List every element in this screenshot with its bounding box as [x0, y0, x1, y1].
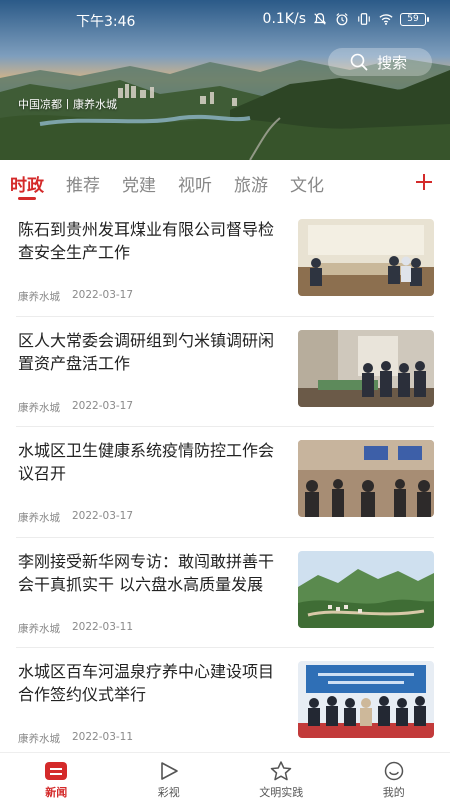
- network-speed: 0.1K/s: [262, 11, 306, 27]
- news-source: 康养水城: [18, 401, 60, 414]
- wifi-icon: [379, 14, 393, 25]
- tab-label: 推荐: [66, 175, 100, 196]
- mute-icon: [313, 13, 327, 25]
- tab-label: 视听: [178, 175, 212, 196]
- tab-tuijian[interactable]: 推荐: [66, 160, 100, 206]
- status-time: 下午3:46: [76, 14, 136, 30]
- nav-news[interactable]: 新闻: [0, 753, 113, 800]
- news-source: 康养水城: [18, 733, 60, 745]
- bottom-navigation: 新闻 彩视 文明实践 我的: [0, 752, 450, 800]
- plus-icon[interactable]: [414, 172, 434, 192]
- news-source: 康养水城: [18, 512, 60, 524]
- news-thumbnail: [298, 550, 434, 628]
- news-meta: 康养水城 2022-03-17: [18, 400, 133, 415]
- news-title: 李刚接受新华网专访：敢闯敢拼善干会干真抓实干 以六盘水高质量发展: [18, 551, 275, 594]
- play-icon: [160, 762, 178, 780]
- news-item[interactable]: 区人大常委会调研组到勺米镇调研闲置资产盘活工作 康养水城 2022-03-17: [16, 317, 434, 427]
- news-source: 康养水城: [18, 291, 60, 303]
- alarm-icon: [336, 13, 348, 26]
- tab-dangjian[interactable]: 党建: [122, 160, 156, 206]
- tab-label: 旅游: [234, 175, 268, 196]
- news-item[interactable]: 李刚接受新华网专访：敢闯敢拼善干会干真抓实干 以六盘水高质量发展 康养水城 20…: [16, 538, 434, 648]
- news-item[interactable]: 陈石到贵州发耳煤业有限公司督导检查安全生产工作 康养水城 2022-03-17: [16, 206, 434, 317]
- banner-caption: 中国凉都丨康养水城: [18, 98, 117, 111]
- news-title: 水城区卫生健康系统疫情防控工作会议召开: [18, 441, 275, 483]
- news-date: 2022-03-17: [72, 399, 134, 412]
- vibrate-icon: [358, 13, 370, 25]
- news-date: 2022-03-11: [72, 620, 134, 633]
- tab-shiting[interactable]: 视听: [178, 160, 212, 206]
- news-title: 水城区百车河温泉疗养中心建设项目合作签约仪式举行: [18, 662, 275, 704]
- nav-mine[interactable]: 我的: [338, 753, 450, 800]
- news-meta: 康养水城 2022-03-17: [18, 510, 133, 525]
- battery-icon: 59: [400, 12, 429, 26]
- nav-civilization[interactable]: 文明实践: [225, 753, 338, 800]
- header-banner: 下午3:46 0.1K/s 59 搜索 中国凉都丨康养水城: [0, 0, 450, 160]
- news-thumbnail: [298, 329, 434, 407]
- news-date: 2022-03-17: [72, 510, 134, 522]
- category-tabs: 时政 推荐 党建 视听 旅游 文化: [0, 160, 450, 206]
- tab-wenhua[interactable]: 文化: [290, 160, 324, 206]
- tab-label: 党建: [122, 175, 156, 196]
- tab-lvyou[interactable]: 旅游: [234, 160, 268, 206]
- smile-icon: [384, 761, 403, 781]
- news-meta: 康养水城 2022-03-11: [18, 731, 133, 746]
- news-meta: 康养水城 2022-03-11: [18, 621, 133, 636]
- star-icon: [271, 761, 292, 781]
- nav-label: 我的: [382, 786, 405, 799]
- news-item[interactable]: 水城区卫生健康系统疫情防控工作会议召开 康养水城 2022-03-17: [16, 427, 434, 538]
- battery-level: 59: [407, 14, 419, 24]
- news-thumbnail: [298, 440, 434, 517]
- news-title: 陈石到贵州发耳煤业有限公司督导检查安全生产工作: [18, 220, 275, 262]
- nav-label: 文明实践: [259, 786, 304, 799]
- status-indicators: 0.1K/s 59: [262, 11, 429, 27]
- news-date: 2022-03-17: [72, 289, 134, 301]
- tab-shizheng[interactable]: 时政: [10, 160, 44, 206]
- news-meta: 康养水城 2022-03-17: [18, 289, 133, 304]
- news-thumbnail: [298, 661, 434, 738]
- news-date: 2022-03-11: [72, 731, 134, 743]
- nav-video[interactable]: 彩视: [113, 753, 226, 800]
- tab-label: 文化: [290, 175, 324, 196]
- news-icon: [45, 762, 68, 780]
- search-button[interactable]: 搜索: [328, 48, 432, 76]
- status-bar: 下午3:46 0.1K/s 59: [0, 0, 450, 40]
- news-title: 区人大常委会调研组到勺米镇调研闲置资产盘活工作: [18, 330, 275, 373]
- news-item[interactable]: 水城区百车河温泉疗养中心建设项目合作签约仪式举行 康养水城 2022-03-11: [16, 648, 434, 759]
- search-label: 搜索: [377, 53, 408, 72]
- news-thumbnail: [298, 219, 434, 296]
- news-source: 康养水城: [18, 622, 60, 635]
- news-list: 陈石到贵州发耳煤业有限公司督导检查安全生产工作 康养水城 2022-03-17 …: [0, 206, 450, 759]
- search-icon: [350, 53, 368, 71]
- nav-label: 彩视: [157, 786, 180, 799]
- tab-label: 时政: [10, 175, 44, 196]
- nav-label: 新闻: [45, 786, 68, 799]
